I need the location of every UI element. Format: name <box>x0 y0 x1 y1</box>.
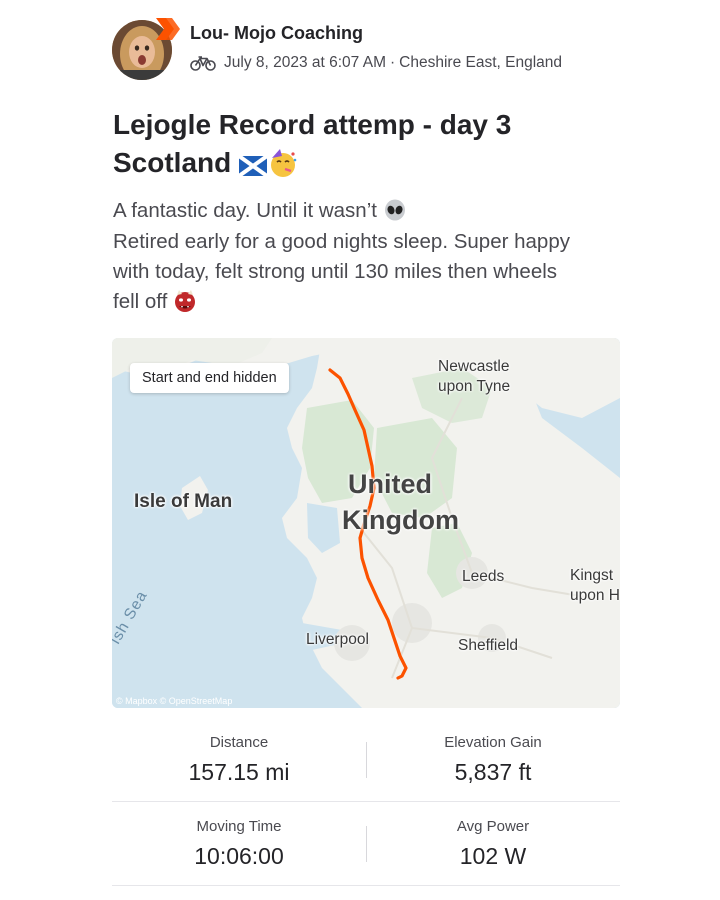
description-line-4: fell off <box>113 289 168 313</box>
stat-value: 102 W <box>459 843 527 869</box>
stat-label: Elevation Gain <box>444 734 542 751</box>
partying-face-icon <box>267 146 299 184</box>
stat-label: Distance <box>209 734 269 751</box>
meta-separator: · <box>390 54 396 71</box>
activity-description: A fantastic day. Until it wasn’t Retired… <box>113 196 633 317</box>
map-label-kingston: Kingst upon H <box>570 567 620 604</box>
scotland-flag-icon <box>237 146 269 184</box>
activity-title-line2-wrap: Scotland <box>113 144 633 184</box>
activity-header: Lou- Mojo Coaching July 8, 2023 at 6:07 … <box>112 16 632 84</box>
ogre-icon <box>173 287 197 317</box>
stat-value: 157.15 mi <box>188 759 290 785</box>
activity-title[interactable]: Lejogle Record attemp - day 3 Scotland <box>113 106 633 184</box>
subscriber-badge-icon <box>156 18 180 40</box>
description-line-1: A fantastic day. Until it wasn’t <box>113 199 377 222</box>
map-label-kingdom: Kingdom <box>342 505 459 535</box>
activity-title-line1: Lejogle Record attemp - day 3 <box>113 109 512 140</box>
bike-icon <box>190 56 216 71</box>
map-label-leeds: Leeds <box>462 568 505 585</box>
map-label-newcastle: Newcastle upon Tyne <box>438 358 511 395</box>
description-line-3: with today, felt strong until 130 miles … <box>113 259 558 283</box>
stat-label: Moving Time <box>196 818 282 835</box>
map-label-united: United <box>348 469 432 499</box>
stat-distance: Distance 157.15 mi <box>112 718 366 786</box>
stat-elevation-gain: Elevation Gain 5,837 ft <box>366 718 620 786</box>
stat-avg-power: Avg Power 102 W <box>366 802 620 870</box>
description-line-2: Retired early for a good nights sleep. S… <box>113 229 570 253</box>
route-map[interactable]: Start and end hidden Newcastle upon Tyne… <box>112 338 620 708</box>
stat-label: Avg Power <box>456 818 530 835</box>
activity-location: Cheshire East, England <box>399 54 563 71</box>
activity-date: July 8, 2023 at 6:07 AM <box>224 54 386 71</box>
stat-moving-time: Moving Time 10:06:00 <box>112 802 366 870</box>
map-attribution[interactable]: © Mapbox © OpenStreetMap <box>116 696 232 706</box>
stat-value: 5,837 ft <box>454 759 532 785</box>
map-label-liverpool: Liverpool <box>306 631 369 648</box>
stats-row-1: Distance 157.15 mi Elevation Gain 5,837 … <box>112 718 620 802</box>
activity-meta: July 8, 2023 at 6:07 AM · Cheshire East,… <box>190 54 562 72</box>
map-label-isle-of-man: Isle of Man <box>134 491 233 512</box>
activity-title-line2: Scotland <box>113 147 232 178</box>
privacy-pill: Start and end hidden <box>130 363 289 393</box>
stat-value: 10:06:00 <box>194 843 284 869</box>
activity-stats: Distance 157.15 mi Elevation Gain 5,837 … <box>112 718 620 886</box>
alien-icon <box>383 197 407 227</box>
stats-row-2: Moving Time 10:06:00 Avg Power 102 W <box>112 802 620 886</box>
map-label-sheffield: Sheffield <box>458 637 519 654</box>
athlete-name[interactable]: Lou- Mojo Coaching <box>190 23 363 44</box>
